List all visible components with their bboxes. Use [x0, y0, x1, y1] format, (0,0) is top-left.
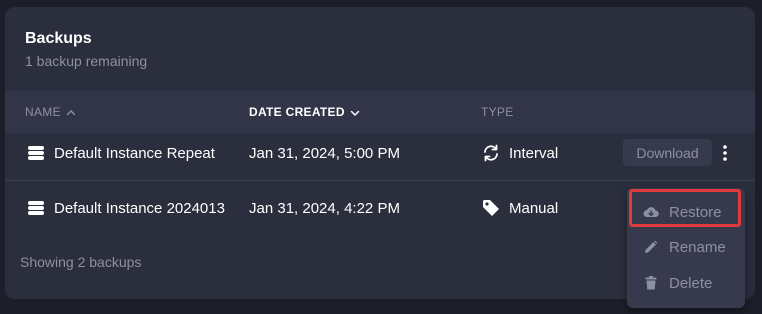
more-options-icon[interactable]: [718, 143, 732, 163]
sync-icon: [481, 143, 501, 163]
footer-count: Showing 2 backups: [20, 254, 142, 270]
backup-name: Default Instance 2024013: [54, 199, 225, 217]
row-context-menu: Restore Rename Delete: [627, 188, 745, 308]
trash-icon: [643, 275, 659, 291]
backup-date: Jan 31, 2024, 4:22 PM: [249, 199, 400, 217]
column-header-date-label: DATE CREATED: [249, 105, 345, 119]
chevron-up-icon: [66, 107, 76, 117]
menu-item-rename-label: Rename: [669, 238, 726, 256]
backup-name: Default Instance Repeat: [54, 144, 215, 162]
menu-item-rename[interactable]: Rename: [627, 229, 745, 265]
menu-item-delete-label: Delete: [669, 274, 713, 292]
download-button[interactable]: Download: [623, 139, 712, 166]
card-subtitle: 1 backup remaining: [25, 53, 148, 69]
backup-type-cell: Manual: [481, 181, 558, 235]
menu-item-restore[interactable]: Restore: [627, 194, 745, 230]
backup-type: Manual: [509, 199, 559, 217]
column-header-name-label: NAME: [25, 105, 61, 119]
card-title: Backups: [25, 30, 92, 47]
database-icon: [27, 144, 45, 162]
edit-icon: [643, 239, 659, 255]
menu-item-restore-label: Restore: [669, 203, 722, 221]
database-icon: [27, 199, 45, 217]
tag-icon: [481, 198, 501, 218]
cloud-download-icon: [643, 204, 659, 220]
backup-name-cell: Default Instance 2024013: [27, 181, 225, 235]
chevron-down-icon: [350, 107, 360, 117]
backup-name-cell: Default Instance Repeat: [27, 126, 225, 180]
backup-type: Interval: [509, 144, 559, 162]
column-header-type-label: TYPE: [481, 105, 514, 119]
backup-date: Jan 31, 2024, 5:00 PM: [249, 144, 400, 162]
menu-item-delete[interactable]: Delete: [627, 265, 745, 301]
backup-type-cell: Interval: [481, 126, 558, 180]
